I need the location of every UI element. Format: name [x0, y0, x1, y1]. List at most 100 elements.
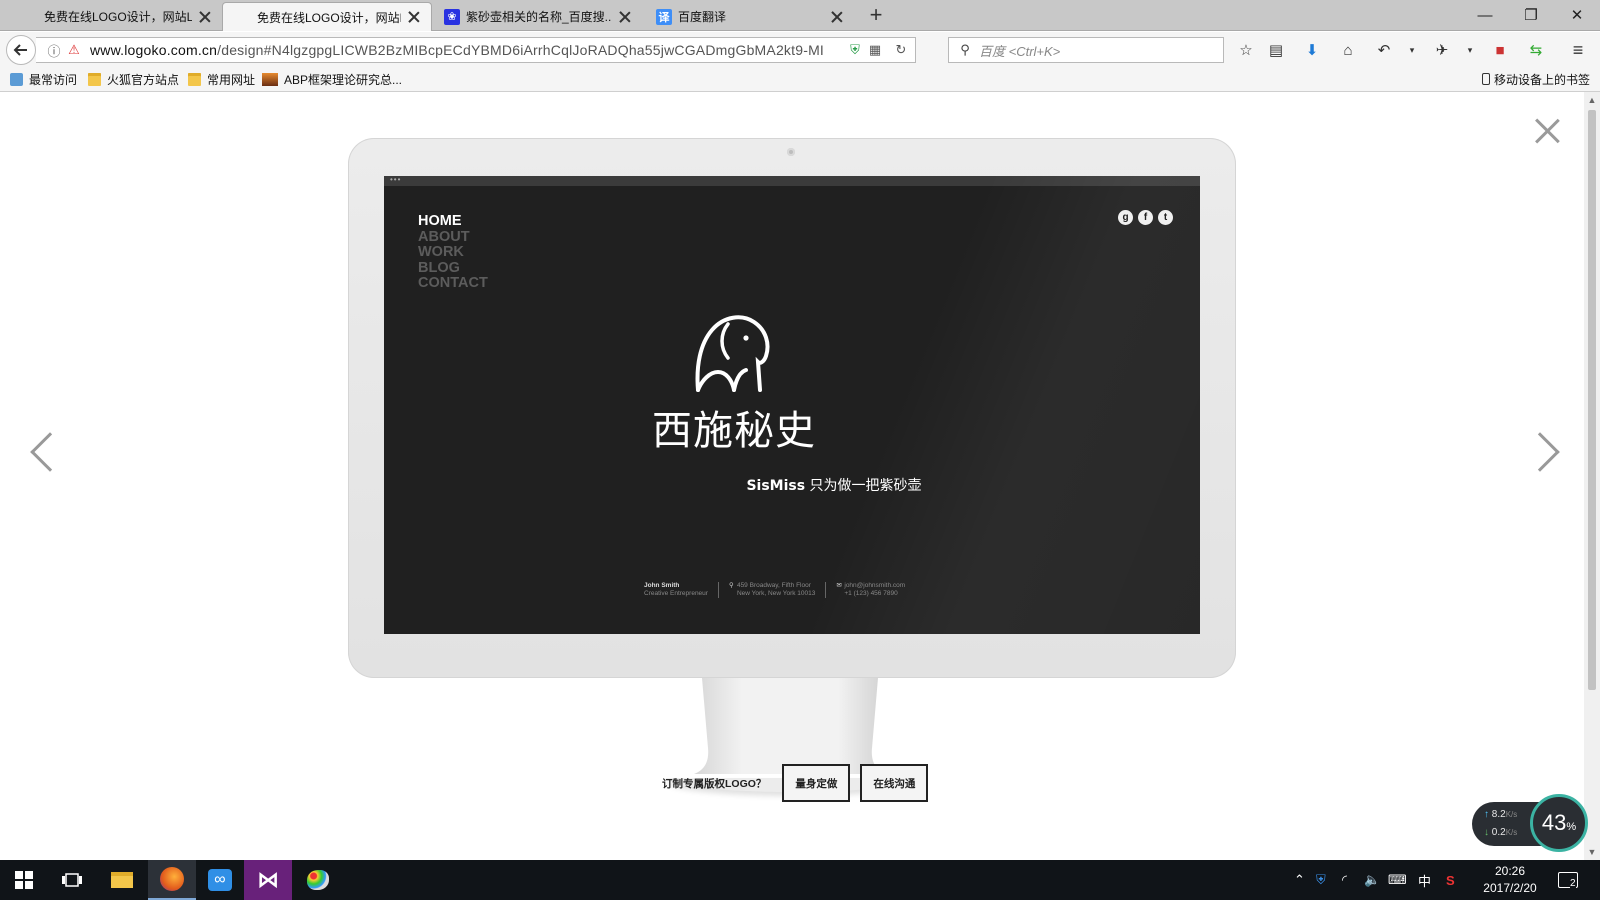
- footer-address-line1: 459 Broadway, Fifth Floor: [736, 582, 811, 589]
- paint-button[interactable]: [294, 860, 342, 900]
- footer-phone: +1 (123) 456 7890: [844, 590, 898, 597]
- online-chat-button[interactable]: 在线沟通: [860, 764, 929, 802]
- mock-nav-work: WORK: [418, 244, 464, 260]
- download-arrow-icon: ↓: [1484, 827, 1489, 838]
- url-path: /design#N4lgzgpgLICWB2BzMIBcpECdYBMD6iAr…: [217, 42, 825, 58]
- minimize-button[interactable]: —: [1462, 0, 1508, 30]
- back-button[interactable]: [6, 35, 36, 65]
- bookmark-label: 常用网址: [207, 72, 256, 87]
- upload-arrow-icon: ↑: [1484, 809, 1489, 820]
- folder-icon: [188, 72, 201, 86]
- wifi-icon[interactable]: ◜: [1342, 870, 1347, 890]
- mock-nav-home: HOME: [418, 213, 462, 229]
- upload-value: 8.2: [1491, 809, 1506, 820]
- maximize-button[interactable]: ❐: [1508, 0, 1554, 30]
- tab-close-icon[interactable]: [830, 10, 844, 24]
- extension-icon[interactable]: ✈: [1432, 40, 1452, 60]
- download-icon[interactable]: ⬇: [1302, 40, 1322, 60]
- windows-logo-icon: [15, 871, 33, 889]
- upload-rate: ↑ 8.2K/s: [1484, 809, 1517, 820]
- system-clock[interactable]: 20:26 2017/2/20: [1470, 863, 1550, 897]
- volume-icon[interactable]: 🔈: [1364, 870, 1380, 890]
- bookmark-label: 最常访问: [29, 72, 78, 87]
- defender-shield-icon[interactable]: ⛨: [1316, 870, 1326, 890]
- footer-email-phone: ✉ john@johnsmith.com +1 (123) 456 7890: [825, 582, 915, 598]
- insecure-lock-icon[interactable]: ⚠: [64, 40, 84, 60]
- extension-dropdown-icon[interactable]: ▾: [1460, 40, 1480, 60]
- baidu-netdisk-button[interactable]: ∞: [196, 860, 244, 900]
- new-tab-button[interactable]: +: [864, 4, 888, 28]
- shield-icon[interactable]: ⛨: [845, 40, 865, 60]
- menu-hamburger-icon[interactable]: ≡: [1568, 40, 1588, 60]
- close-window-button[interactable]: ✕: [1554, 0, 1600, 30]
- visual-studio-button[interactable]: ⋈: [244, 860, 292, 900]
- tab-baidu-translate[interactable]: 译 百度翻译: [644, 2, 854, 31]
- task-view-button[interactable]: [48, 860, 96, 900]
- sogou-ime-icon[interactable]: S: [1446, 870, 1455, 890]
- footer-name: John Smith: [644, 582, 680, 589]
- qr-code-icon[interactable]: ▦: [865, 40, 885, 60]
- tab-close-icon[interactable]: [618, 10, 632, 24]
- keyboard-icon[interactable]: ⌨: [1388, 870, 1407, 890]
- mock-social-icons: g f t: [1118, 210, 1173, 225]
- search-bar[interactable]: ⚲ 百度 <Ctrl+K>: [948, 37, 1224, 63]
- url-bar[interactable]: ⓘ ⚠ www.logoko.com.cn/design#N4lgzgpgLIC…: [36, 37, 916, 63]
- mock-site-footer: John Smith Creative Entrepreneur ⚲ 459 B…: [644, 582, 915, 598]
- tab-close-icon[interactable]: [407, 10, 421, 24]
- home-icon[interactable]: ⌂: [1338, 40, 1358, 60]
- undo-icon[interactable]: ↶: [1374, 40, 1394, 60]
- footer-role: Creative Entrepreneur: [644, 590, 708, 597]
- scroll-thumb[interactable]: [1588, 110, 1596, 690]
- firefox-taskbar-button[interactable]: [148, 860, 196, 900]
- download-rate: ↓ 0.2K/s: [1484, 827, 1517, 838]
- file-explorer-button[interactable]: [98, 860, 146, 900]
- action-center-button[interactable]: 2: [1558, 870, 1578, 890]
- bookmark-abp[interactable]: ABP框架理论研究总...: [262, 70, 402, 88]
- percent-sign: %: [1566, 821, 1577, 833]
- tab-baidu-search[interactable]: ❀ 紫砂壶相关的名称_百度搜...: [432, 2, 642, 31]
- logoko-favicon-icon: [235, 9, 251, 25]
- bookmarks-toolbar: 最常访问 火狐官方站点 常用网址 ABP框架理论研究总... 移动设备上的书签: [0, 66, 1600, 92]
- undo-dropdown-icon[interactable]: ▾: [1402, 40, 1422, 60]
- logo-preview-screen: ••• HOME ABOUT WORK BLOG CONTACT g f t 西…: [384, 176, 1200, 634]
- logoko-favicon-icon: [22, 9, 38, 25]
- next-arrow-icon[interactable]: [1520, 432, 1560, 472]
- reload-icon[interactable]: ↻: [891, 40, 911, 60]
- brand-slogan: SisMiss 只为做一把紫砂壶: [734, 475, 934, 495]
- mock-nav-about: ABOUT: [418, 228, 470, 245]
- bookmark-label: 移动设备上的书签: [1494, 72, 1591, 87]
- bookmark-firefox-sites[interactable]: 火狐官方站点: [88, 70, 179, 88]
- tray-overflow-icon[interactable]: ⌃: [1294, 870, 1305, 890]
- page-content: ••• HOME ABOUT WORK BLOG CONTACT g f t 西…: [0, 92, 1584, 860]
- info-icon[interactable]: ⓘ: [44, 40, 64, 60]
- url-text[interactable]: www.logoko.com.cn/design#N4lgzgpgLICWB2B…: [90, 42, 845, 58]
- memory-usage-ring[interactable]: 43%: [1530, 794, 1588, 852]
- addon-icon[interactable]: ■: [1490, 40, 1510, 60]
- bookmark-label: ABP框架理论研究总...: [284, 72, 403, 87]
- most-visited-icon: [10, 72, 23, 86]
- tab-title: 紫砂壶相关的名称_百度搜...: [466, 10, 612, 24]
- close-preview-icon[interactable]: [1534, 118, 1560, 144]
- custom-design-button[interactable]: 量身定做: [782, 764, 851, 802]
- twitter-icon: t: [1158, 210, 1173, 225]
- footer-contact-name: John Smith Creative Entrepreneur: [644, 582, 718, 598]
- start-button[interactable]: [0, 860, 48, 900]
- tab-logoko-1[interactable]: 免费在线LOGO设计，网站LO...: [10, 2, 222, 31]
- scroll-up-icon[interactable]: ▲: [1586, 94, 1598, 106]
- sync-arrows-icon[interactable]: ⇆: [1526, 40, 1546, 60]
- usage-percent: 43: [1541, 810, 1567, 835]
- bookmark-common-sites[interactable]: 常用网址: [188, 70, 255, 88]
- reading-list-icon[interactable]: ▤: [1266, 40, 1286, 60]
- previous-arrow-icon[interactable]: [30, 432, 70, 472]
- mobile-bookmarks[interactable]: 移动设备上的书签: [1482, 70, 1590, 88]
- windows-taskbar: ∞ ⋈ ⌃ ⛨ ◜ 🔈 ⌨ 中 S 20:26 2017/2/20 2: [0, 860, 1600, 900]
- tab-close-icon[interactable]: [198, 10, 212, 24]
- navigation-toolbar: ⓘ ⚠ www.logoko.com.cn/design#N4lgzgpgLIC…: [0, 32, 1600, 66]
- ime-indicator[interactable]: 中: [1418, 870, 1431, 890]
- bookmark-most-visited[interactable]: 最常访问: [10, 70, 77, 88]
- bookmark-star-icon[interactable]: ☆: [1236, 40, 1256, 60]
- custom-logo-cta: 订制专属版权LOGO？ 量身定做 在线沟通: [662, 764, 938, 802]
- scroll-down-icon[interactable]: ▼: [1586, 846, 1598, 858]
- visual-studio-icon: ⋈: [257, 867, 279, 892]
- tab-logoko-2[interactable]: 免费在线LOGO设计，网站LO...: [222, 2, 432, 31]
